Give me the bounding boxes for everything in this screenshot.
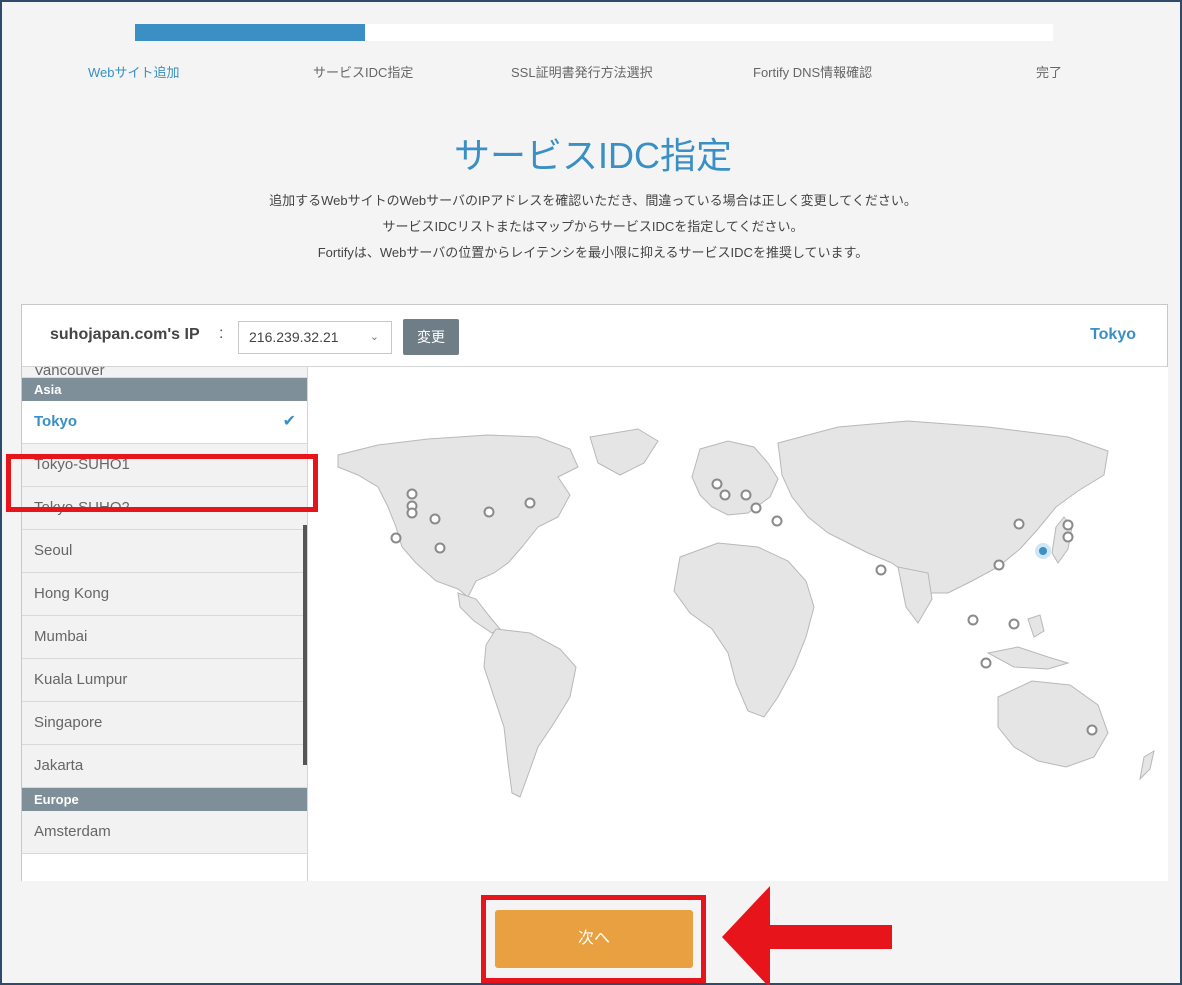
ip-select[interactable]: 216.239.32.21 ⌄ (238, 321, 392, 354)
progress-fill (135, 24, 365, 41)
location-marker-icon[interactable] (1062, 531, 1074, 543)
step-labels: Webサイト追加 サービスIDC指定 SSL証明書発行方法選択 Fortify … (2, 62, 1182, 82)
india-shape (897, 566, 933, 624)
location-marker-icon[interactable] (483, 506, 495, 518)
greenland-shape (589, 428, 659, 476)
location-marker-icon[interactable] (980, 657, 992, 669)
asia-shape (777, 420, 1109, 594)
chevron-down-icon: ⌄ (369, 331, 379, 343)
page-title: サービスIDC指定 (454, 135, 732, 176)
description-line-2: サービスIDCリストまたはマップからサービスIDCを指定してください。 (382, 219, 804, 234)
list-item-singapore[interactable]: Singapore (22, 702, 307, 745)
description-line-3: Fortifyは、Webサーバの位置からレイテンシを最小限に抑えるサービスIDC… (317, 245, 869, 260)
page-frame: Webサイト追加 サービスIDC指定 SSL証明書発行方法選択 Fortify … (0, 0, 1182, 985)
selected-city-label: Tokyo (1090, 326, 1136, 343)
change-button[interactable]: 変更 (403, 319, 459, 355)
list-item-amsterdam[interactable]: Amsterdam (22, 811, 307, 854)
location-marker-icon[interactable] (740, 489, 752, 501)
step-service-idc: サービスIDC指定 (313, 65, 414, 80)
check-icon: ✔ (282, 413, 296, 430)
location-marker-icon[interactable] (750, 502, 762, 514)
location-marker-icon[interactable] (1008, 618, 1020, 630)
location-marker-icon[interactable] (711, 478, 723, 490)
step-dns-check: Fortify DNS情報確認 (753, 65, 873, 80)
description-line-1: 追加するWebサイトのWebサーバのIPアドレスを確認いただき、間違っている場合… (269, 193, 917, 208)
location-marker-icon[interactable] (967, 614, 979, 626)
arrow-left-icon (722, 886, 892, 985)
location-marker-icon[interactable] (1086, 724, 1098, 736)
location-marker-icon[interactable] (434, 542, 446, 554)
ip-colon: : (219, 325, 224, 342)
group-header-asia: Asia (22, 378, 307, 401)
idc-list[interactable]: Vancouver Asia Tokyo ✔ Tokyo-SUHO1 Tokyo… (22, 367, 308, 881)
europe-shape (691, 440, 779, 516)
location-marker-icon[interactable] (719, 489, 731, 501)
annotation-highlight-box (6, 454, 318, 512)
step-complete: 完了 (1036, 65, 1063, 80)
ip-select-value: 216.239.32.21 (249, 329, 339, 345)
ip-label: suhojapan.com's IP (50, 326, 200, 343)
group-header-europe: Europe (22, 788, 307, 811)
progress-bar (135, 24, 1053, 41)
world-map[interactable] (308, 367, 1168, 881)
new-zealand-shape (1139, 749, 1155, 781)
list-item-tokyo[interactable]: Tokyo ✔ (22, 401, 307, 444)
selected-location-marker-icon[interactable] (1035, 543, 1051, 559)
south-america-shape (483, 628, 577, 798)
north-america-shape (337, 434, 579, 598)
philippines-shape (1027, 614, 1045, 638)
idc-panel: suhojapan.com's IP : 216.239.32.21 ⌄ 変更 … (21, 304, 1168, 881)
list-item-mumbai[interactable]: Mumbai (22, 616, 307, 659)
step-ssl-method: SSL証明書発行方法選択 (511, 65, 653, 80)
central-america-shape (457, 592, 501, 634)
indonesia-shape (986, 646, 1070, 670)
location-marker-icon[interactable] (1013, 518, 1025, 530)
location-marker-icon[interactable] (406, 507, 418, 519)
next-button[interactable]: 次へ (495, 910, 693, 968)
africa-shape (673, 542, 815, 718)
location-marker-icon[interactable] (875, 564, 887, 576)
list-item-vancouver[interactable]: Vancouver (22, 367, 307, 379)
list-item-hong-kong[interactable]: Hong Kong (22, 573, 307, 616)
australia-shape (997, 680, 1109, 768)
location-marker-icon[interactable] (771, 515, 783, 527)
location-marker-icon[interactable] (406, 488, 418, 500)
location-marker-icon[interactable] (524, 497, 536, 509)
location-marker-icon[interactable] (429, 513, 441, 525)
location-marker-icon[interactable] (390, 532, 402, 544)
world-map-svg (337, 420, 1155, 798)
location-marker-icon[interactable] (993, 559, 1005, 571)
list-item-jakarta[interactable]: Jakarta (22, 745, 307, 788)
panel-header: suhojapan.com's IP : 216.239.32.21 ⌄ 変更 … (22, 305, 1167, 367)
list-item-kuala-lumpur[interactable]: Kuala Lumpur (22, 659, 307, 702)
list-scrollbar[interactable] (303, 525, 307, 765)
list-item-seoul[interactable]: Seoul (22, 530, 307, 573)
list-item-label: Tokyo (34, 413, 78, 430)
step-add-website: Webサイト追加 (88, 65, 180, 80)
location-marker-icon[interactable] (1062, 519, 1074, 531)
